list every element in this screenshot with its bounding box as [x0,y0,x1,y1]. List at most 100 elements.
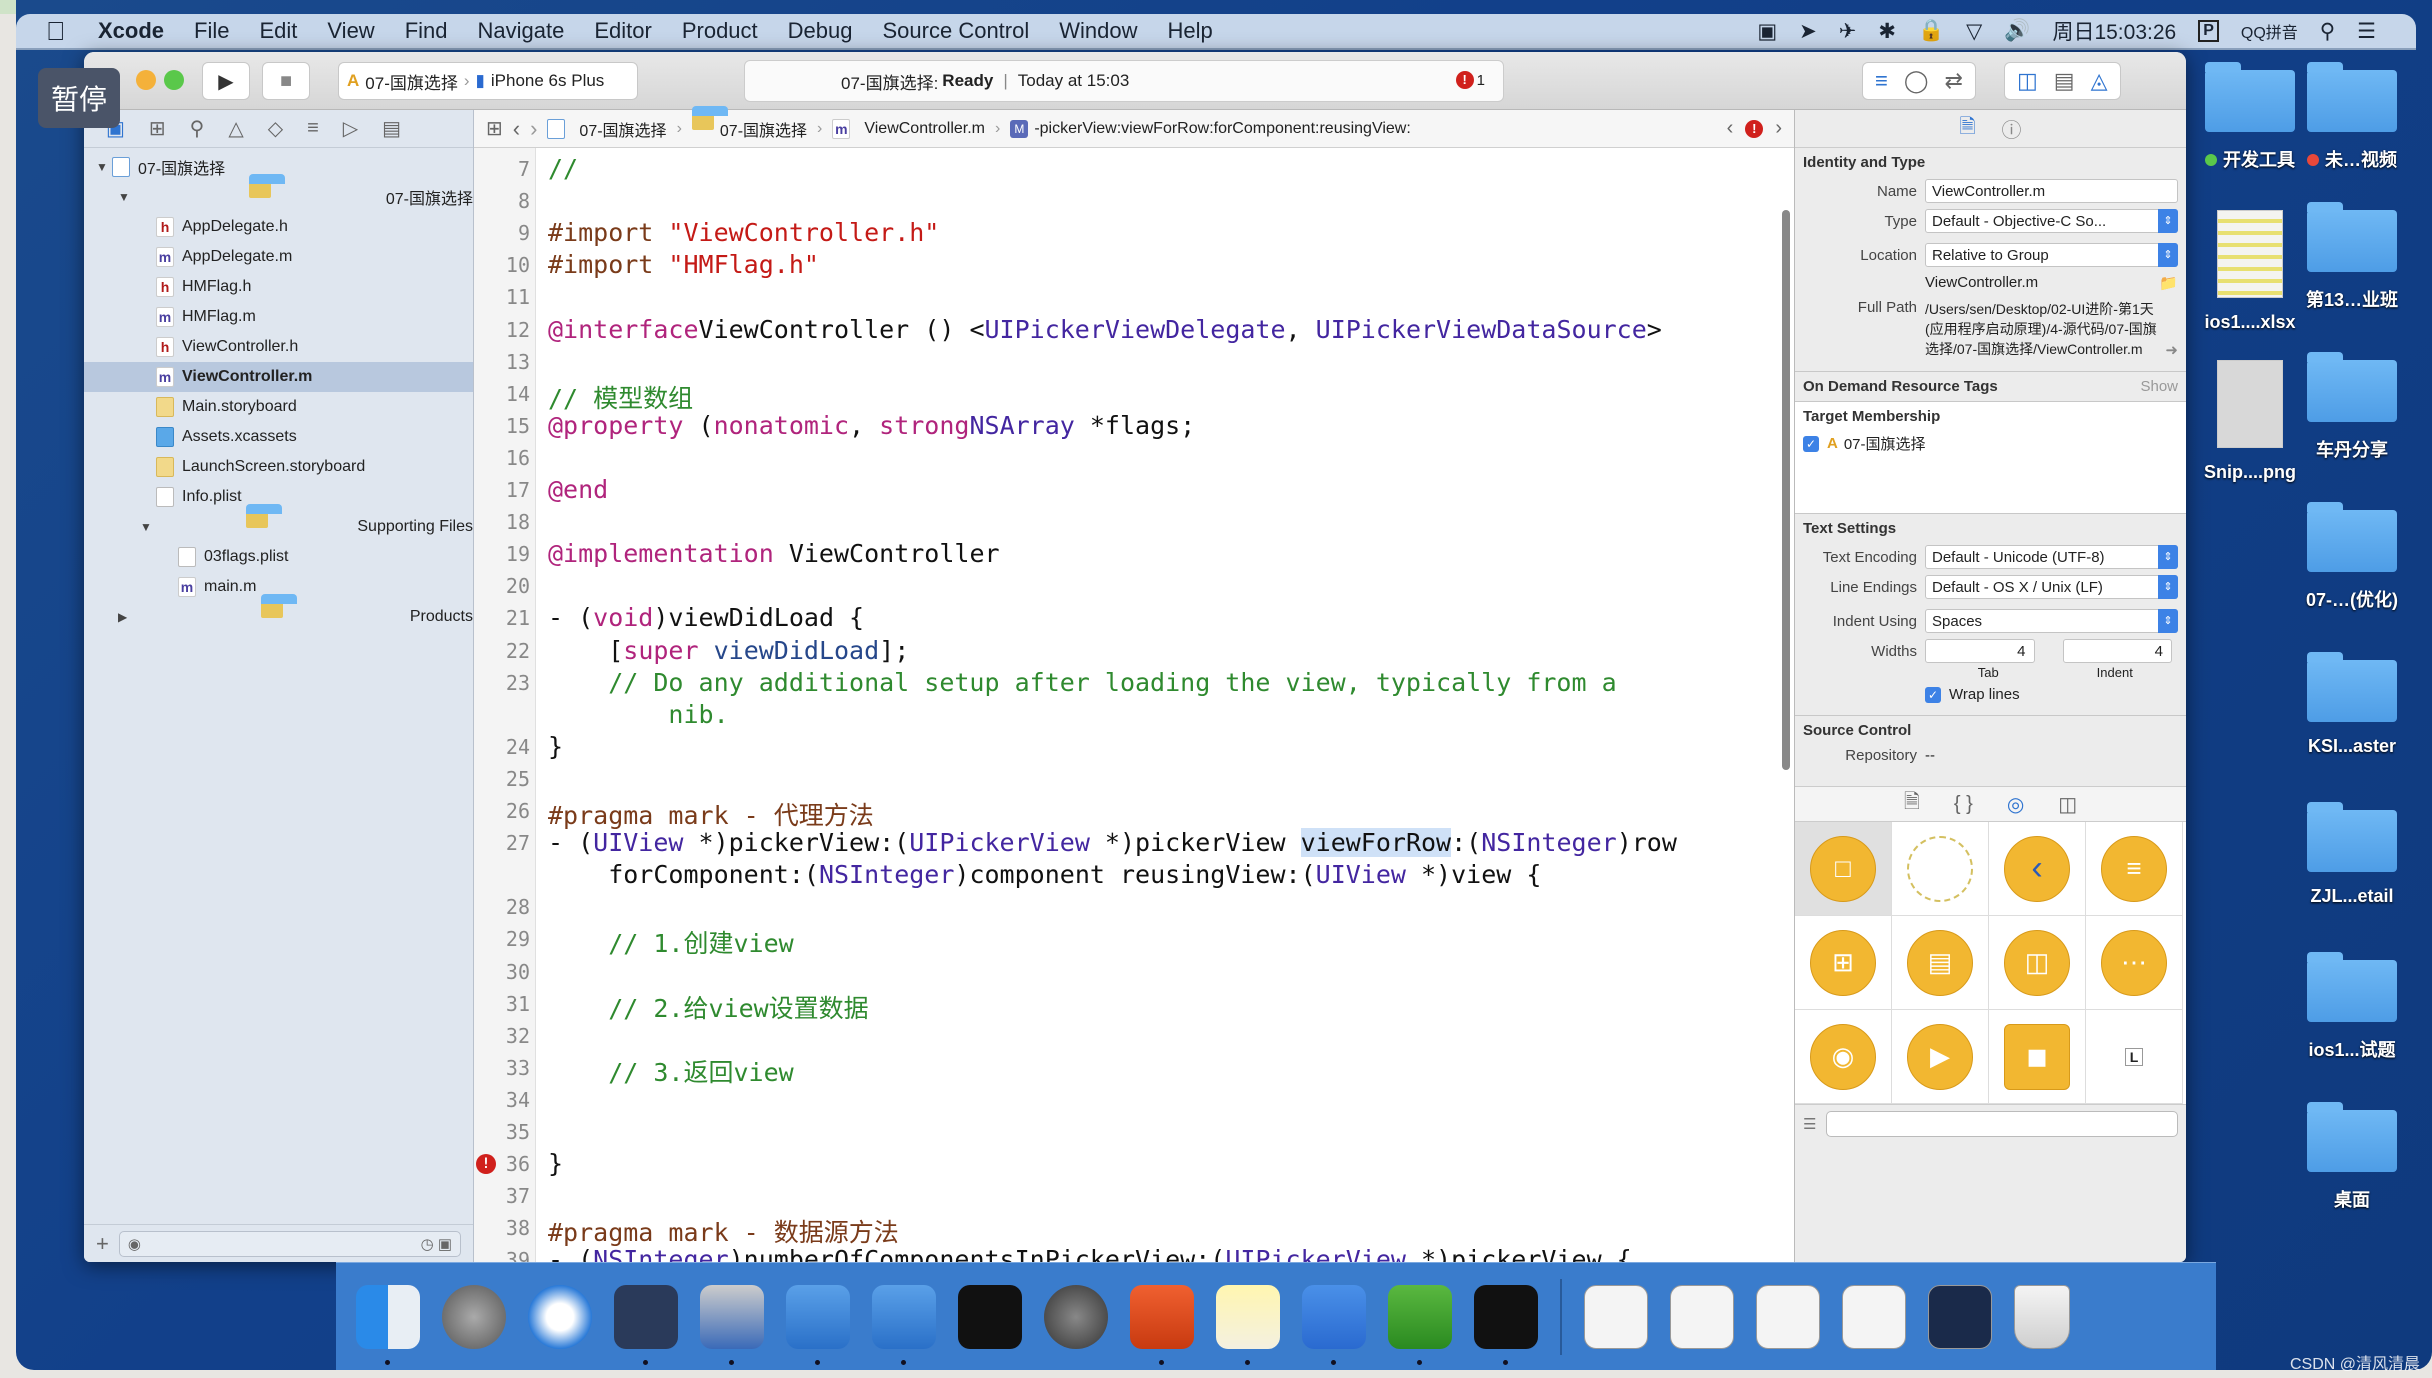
library-item-split-view-controller[interactable]: ◫ [1989,916,2086,1010]
desktop-icon[interactable]: ios1...试题 [2282,952,2422,1062]
debug-navigator-icon[interactable]: ≡ [307,117,319,140]
screen-record-icon[interactable]: ▣ [1757,19,1777,44]
library-item-table-view-controller[interactable]: ≡ [2086,822,2183,916]
previous-issue-button[interactable]: ‹ [1727,117,1734,140]
related-items-icon[interactable]: ⊞ [486,116,503,141]
zoom-button[interactable] [164,70,184,90]
recent-files-icon[interactable]: ◷ ▣ [421,1235,452,1253]
finder-icon[interactable] [356,1284,420,1365]
back-button[interactable]: ‹ [513,116,520,142]
menu-debug[interactable]: Debug [788,18,853,44]
target-checkbox[interactable]: ✓ [1803,435,1819,452]
file-tree-item[interactable]: Assets.xcassets [84,422,473,452]
scheme-selector[interactable]: A 07-国旗选择 › ▮ iPhone 6s Plus [338,62,638,100]
trash-icon[interactable] [2014,1284,2070,1349]
terminal-icon[interactable] [958,1284,1022,1349]
desktop-icon[interactable]: 未…视频 [2282,62,2422,172]
notes-icon[interactable] [1216,1284,1280,1365]
disclosure-closed-icon[interactable]: ▶ [118,610,134,624]
error-badge[interactable]: ! 1 [1455,71,1485,89]
file-tree-item[interactable]: ▶ Products [84,594,473,632]
tab-width-field[interactable]: 4 [1925,639,2035,663]
breadcrumb-project[interactable]: 07-国旗选择 [547,117,667,141]
clock[interactable]: 周日15:03:26 [2052,16,2176,46]
breadcrumb-group[interactable]: 07-国旗选择 [691,105,807,144]
report-navigator-icon[interactable]: ▤ [382,116,401,141]
type-select[interactable]: Default - Objective-C So... ⇕ [1925,209,2178,233]
encoding-select[interactable]: Default - Unicode (UTF-8) ⇕ [1925,545,2178,569]
library-item-navigation-controller[interactable]: ‹ [1989,822,2086,916]
add-file-icon[interactable]: + [96,1231,109,1257]
file-inspector-icon[interactable]: 🗎 [1959,112,1975,146]
system-preferences-icon[interactable] [1044,1284,1108,1349]
file-tree-item[interactable]: LaunchScreen.storyboard [84,452,473,482]
file-tree-item[interactable]: ▼ 07-国旗选择 [84,174,473,212]
navigator-filter-input[interactable]: ◉ ◷ ▣ [118,1230,461,1257]
safari-icon[interactable] [528,1284,592,1349]
input-method-label[interactable]: QQ拼音 [2241,19,2298,43]
menu-edit[interactable]: Edit [259,18,297,44]
code-snippet-library-icon[interactable]: { } [1954,793,1973,816]
desktop-icon[interactable]: 桌面 [2282,1102,2422,1212]
symbol-navigator-icon[interactable]: ⊞ [149,116,166,141]
show-button[interactable]: Show [2140,378,2178,395]
preview-doc-icon[interactable] [1842,1284,1906,1349]
lock-icon[interactable]: 🔒 [1918,19,1944,43]
list-view-icon[interactable]: ☰ [1803,1115,1816,1133]
bluetooth-icon[interactable]: ✱ [1878,19,1896,44]
disclosure-open-icon[interactable]: ▼ [96,160,112,174]
desktop-icon[interactable]: 车丹分享 [2282,352,2422,462]
notes-doc-icon[interactable] [1756,1284,1820,1349]
library-filter-input[interactable] [1826,1110,2178,1137]
menu-navigate[interactable]: Navigate [478,18,565,44]
excel-icon[interactable] [1388,1284,1452,1365]
airplane-icon[interactable]: ✈ [1839,19,1857,44]
movie-maker-icon[interactable] [700,1284,764,1365]
powerpoint-icon[interactable] [1130,1284,1194,1365]
disclosure-open-icon[interactable]: ▼ [118,190,134,204]
library-item-avkit-player[interactable]: ▶ [1892,1010,1989,1104]
library-item-object[interactable]: ◼ [1989,1010,2086,1104]
word-icon[interactable] [1302,1284,1366,1365]
menu-help[interactable]: Help [1168,18,1213,44]
issue-indicator-icon[interactable]: ! [1745,119,1764,138]
indent-width-field[interactable]: 4 [2062,639,2172,663]
desktop-icon[interactable]: 07-…(优化) [2282,502,2422,612]
mouse-app-icon[interactable] [614,1284,678,1365]
presentation-doc-icon[interactable] [1584,1284,1648,1349]
desktop-icon[interactable]: ZJL...etail [2282,802,2422,907]
volume-icon[interactable]: 🔊 [2004,19,2030,43]
file-template-library-icon[interactable]: 🗎 [1904,787,1920,821]
media-library-icon[interactable]: ◫ [2058,792,2077,817]
file-tree-item[interactable]: h HMFlag.h [84,272,473,302]
library-item-tab-bar-controller[interactable]: ▤ [1892,916,1989,1010]
library-item-glkit-view-controller[interactable]: ◉ [1795,1010,1892,1104]
run-button[interactable]: ▶ [202,62,250,100]
line-endings-select[interactable]: Default - OS X / Unix (LF) ⇕ [1925,575,2178,599]
standard-editor-icon[interactable]: ≡ [1875,68,1888,94]
console-icon[interactable] [1474,1284,1538,1365]
minimize-button[interactable] [136,70,156,90]
issue-navigator-icon[interactable]: △ [228,116,243,141]
menu-find[interactable]: Find [405,18,448,44]
desktop-icon[interactable]: KSI...aster [2282,652,2422,757]
library-item-collection-view-controller[interactable]: ⊞ [1795,916,1892,1010]
name-field[interactable]: ViewController.m [1925,179,2178,203]
forward-button[interactable]: › [530,116,537,142]
file-tree-item[interactable]: h ViewController.h [84,332,473,362]
menu-editor[interactable]: Editor [594,18,651,44]
disclosure-open-icon[interactable]: ▼ [140,520,156,534]
reveal-in-finder-icon[interactable]: ➜ [2165,341,2178,359]
breakpoint-navigator-icon[interactable]: ▷ [343,116,358,141]
wifi-icon[interactable]: ▽ [1966,19,1982,44]
code-area[interactable]: 7 // 8 9 #import "ViewController.h" 10 #import… [476,148,1776,1262]
menu-source-control[interactable]: Source Control [883,18,1030,44]
editor-scrollbar[interactable] [1782,210,1790,770]
library-item-storyboard-reference[interactable] [1892,822,1989,916]
menu-product[interactable]: Product [682,18,758,44]
desktop-icon[interactable]: 第13…业班 [2282,202,2422,312]
pause-badge[interactable]: 暂停 [38,68,120,128]
object-library-icon[interactable]: ◎ [2007,792,2024,817]
find-navigator-icon[interactable]: ⚲ [190,116,205,141]
file-tree-item[interactable]: m AppDelegate.m [84,242,473,272]
